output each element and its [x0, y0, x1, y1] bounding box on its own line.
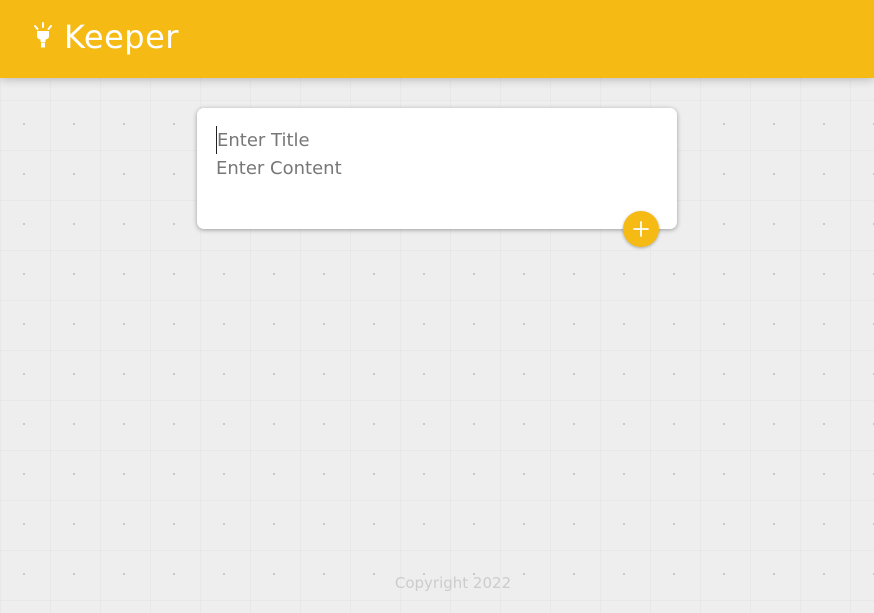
app-title: Keeper [64, 18, 179, 56]
lightbulb-icon [30, 22, 56, 52]
copyright-text: Copyright 2022 [394, 574, 512, 592]
plus-icon [633, 221, 649, 237]
note-title-input[interactable] [216, 126, 659, 154]
create-note-form [197, 108, 677, 247]
app-header: Keeper [0, 0, 874, 78]
add-note-button[interactable] [623, 211, 659, 247]
page-footer: Copyright 2022 [0, 574, 874, 592]
note-content-input[interactable] [216, 158, 658, 186]
